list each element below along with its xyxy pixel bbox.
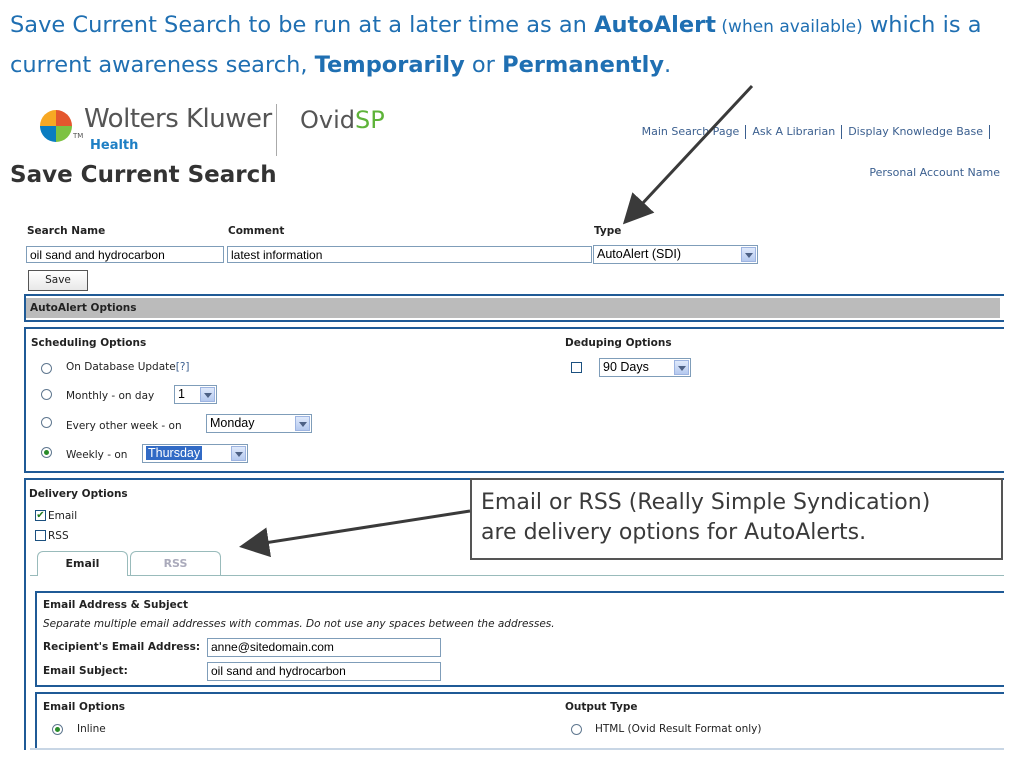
annotation-arrows (239, 84, 754, 558)
arrow-to-type (622, 84, 754, 225)
ovid-screenshot: TM Wolters Kluwer Health OvidSP Main Sea… (0, 0, 1024, 768)
arrow-to-tabs (239, 509, 471, 558)
